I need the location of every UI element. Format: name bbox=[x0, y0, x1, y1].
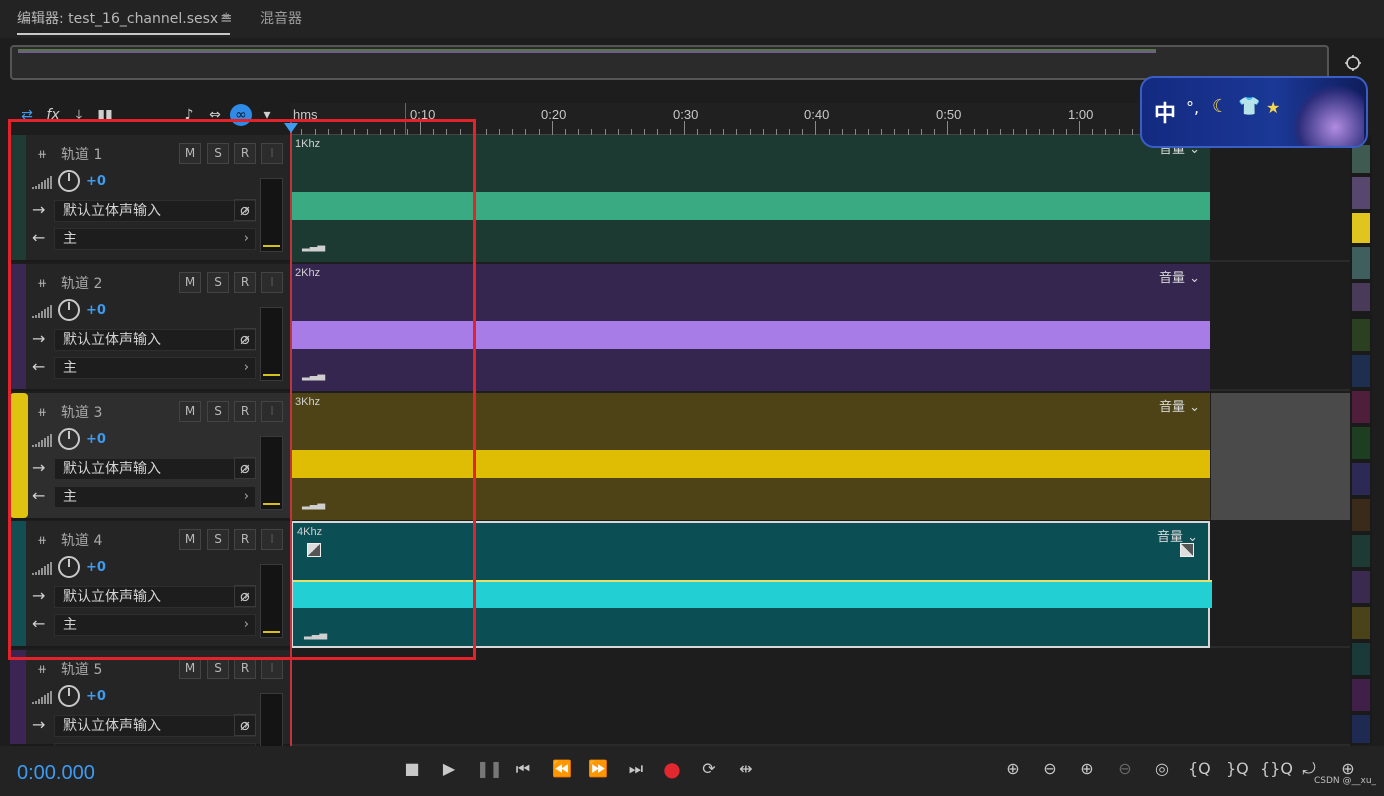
mute-button[interactable]: M bbox=[179, 658, 201, 679]
volume-knob[interactable] bbox=[58, 685, 80, 707]
track-drag-icon[interactable]: ⧺ bbox=[37, 662, 47, 676]
zoom-in-point-icon[interactable]: {Q bbox=[1188, 758, 1211, 780]
zoom-fit-icon[interactable] bbox=[1342, 52, 1364, 74]
overview-range[interactable] bbox=[18, 49, 1156, 53]
track-swatch[interactable] bbox=[1352, 607, 1370, 639]
record-arm-button[interactable]: R bbox=[234, 658, 256, 679]
track-color-strip[interactable] bbox=[10, 650, 26, 744]
skip-selection-icon[interactable]: ⇹ bbox=[735, 758, 757, 780]
solo-button[interactable]: S bbox=[207, 658, 229, 679]
track-name[interactable]: 轨道 5 bbox=[61, 659, 102, 679]
punct-icon[interactable]: °, bbox=[1186, 98, 1199, 117]
track-swatch[interactable] bbox=[1352, 427, 1370, 459]
track-swatch[interactable] bbox=[1352, 247, 1370, 279]
moon-icon[interactable]: ☾ bbox=[1212, 96, 1228, 117]
zoom-out-point-icon[interactable]: }Q bbox=[1226, 758, 1249, 780]
fast-forward-icon[interactable]: ⏩ bbox=[587, 758, 609, 780]
track-header[interactable]: ⧺ 轨道 5 M S R I +0 → 默认立体声输入› ⌀ ← 主› bbox=[10, 650, 290, 767]
track-swatch[interactable] bbox=[1352, 391, 1370, 423]
track-swatch[interactable] bbox=[1352, 177, 1370, 209]
input-label: 默认立体声输入 bbox=[63, 718, 161, 734]
ime-mode-label[interactable]: 中 bbox=[1154, 96, 1176, 128]
zoom-in-amplitude-icon[interactable]: ⊕ bbox=[1002, 758, 1024, 780]
tab-bar: 编辑器: test_16_channel.sesx * ≡ 混音器 bbox=[0, 0, 1384, 38]
track-swatch[interactable] bbox=[1352, 463, 1370, 495]
highlight-annotation bbox=[8, 119, 476, 660]
clip-volume-label: 音量 bbox=[1158, 271, 1185, 286]
ruler-tick bbox=[1079, 121, 1080, 135]
go-to-start-icon[interactable]: ⏮ bbox=[512, 758, 534, 780]
clip-volume-envelope[interactable]: 音量 ⌄ bbox=[1159, 267, 1200, 286]
signal-icon bbox=[32, 690, 52, 704]
watermark: CSDN @__xu_ bbox=[1314, 776, 1377, 786]
vertical-scrollbar[interactable] bbox=[1350, 135, 1372, 745]
track-swatch[interactable] bbox=[1352, 145, 1370, 173]
star-icon[interactable]: ★ bbox=[1266, 98, 1280, 117]
chevron-down-icon: ⌄ bbox=[1189, 271, 1200, 286]
track-swatch[interactable] bbox=[1352, 679, 1370, 711]
zoom-selection-icon[interactable]: {}Q bbox=[1260, 758, 1293, 780]
input-arrow-icon: → bbox=[32, 715, 46, 734]
skin-icon[interactable]: 👕 bbox=[1238, 96, 1260, 117]
phase-invert-button[interactable]: ⌀ bbox=[234, 714, 256, 736]
track-swatch[interactable] bbox=[1352, 283, 1370, 311]
play-icon[interactable]: ▶ bbox=[438, 758, 460, 780]
track-swatch[interactable] bbox=[1352, 535, 1370, 567]
ruler-tick bbox=[683, 121, 685, 135]
volume-value[interactable]: +0 bbox=[86, 689, 106, 704]
ime-floating-widget[interactable]: 中 °, ☾ 👕 ★ bbox=[1140, 76, 1368, 148]
chevron-down-icon: ⌄ bbox=[1189, 400, 1200, 415]
track-swatch[interactable] bbox=[1352, 571, 1370, 603]
transport-bar: 0:00.000 ■ ▶ ❚❚ ⏮ ⏪ ⏩ ⏭ ● ⟳ ⇹ ⊕ ⊖ ⊕ ⊖ ◎ … bbox=[0, 746, 1384, 796]
tab-editor[interactable]: 编辑器: test_16_channel.sesx * bbox=[17, 8, 230, 35]
zoom-in-time-icon[interactable]: ⊕ bbox=[1076, 758, 1098, 780]
widget-illustration bbox=[1292, 84, 1364, 146]
timecode-display[interactable]: 0:00.000 bbox=[17, 762, 95, 785]
overview-scrollbar[interactable] bbox=[10, 45, 1329, 80]
track-swatch[interactable] bbox=[1352, 715, 1370, 743]
input-monitor-button[interactable]: I bbox=[261, 658, 283, 679]
clip-volume-envelope[interactable]: 音量 ⌄ bbox=[1159, 396, 1200, 415]
input-select[interactable]: 默认立体声输入 › bbox=[54, 715, 256, 737]
track-lane[interactable] bbox=[290, 650, 1350, 746]
pause-icon[interactable]: ❚❚ bbox=[476, 758, 503, 780]
stop-icon[interactable]: ■ bbox=[401, 758, 423, 780]
zoom-out-time-icon[interactable]: ⊖ bbox=[1114, 758, 1136, 780]
tab-mixer[interactable]: 混音器 bbox=[260, 8, 302, 28]
loop-playback-icon[interactable]: ⟳ bbox=[698, 758, 720, 780]
zoom-out-amplitude-icon[interactable]: ⊖ bbox=[1039, 758, 1061, 780]
zoom-full-icon[interactable]: ◎ bbox=[1151, 758, 1173, 780]
ruler-tick bbox=[947, 121, 949, 135]
ruler-tick bbox=[551, 121, 553, 135]
track-swatch[interactable] bbox=[1352, 355, 1370, 387]
rewind-icon[interactable]: ⏪ bbox=[551, 758, 573, 780]
fade-out-handle[interactable] bbox=[1180, 543, 1194, 557]
clip-volume-label: 音量 bbox=[1158, 400, 1185, 415]
lane-selection bbox=[1211, 393, 1350, 520]
tab-menu-icon[interactable]: ≡ bbox=[220, 9, 233, 27]
go-to-end-icon[interactable]: ⏭ bbox=[625, 758, 647, 780]
record-icon[interactable]: ● bbox=[661, 758, 683, 780]
track-swatch[interactable] bbox=[1352, 319, 1370, 351]
track-swatch[interactable] bbox=[1352, 213, 1370, 243]
track-swatch[interactable] bbox=[1352, 499, 1370, 531]
track-swatch[interactable] bbox=[1352, 643, 1370, 675]
ruler-tick bbox=[815, 121, 817, 135]
